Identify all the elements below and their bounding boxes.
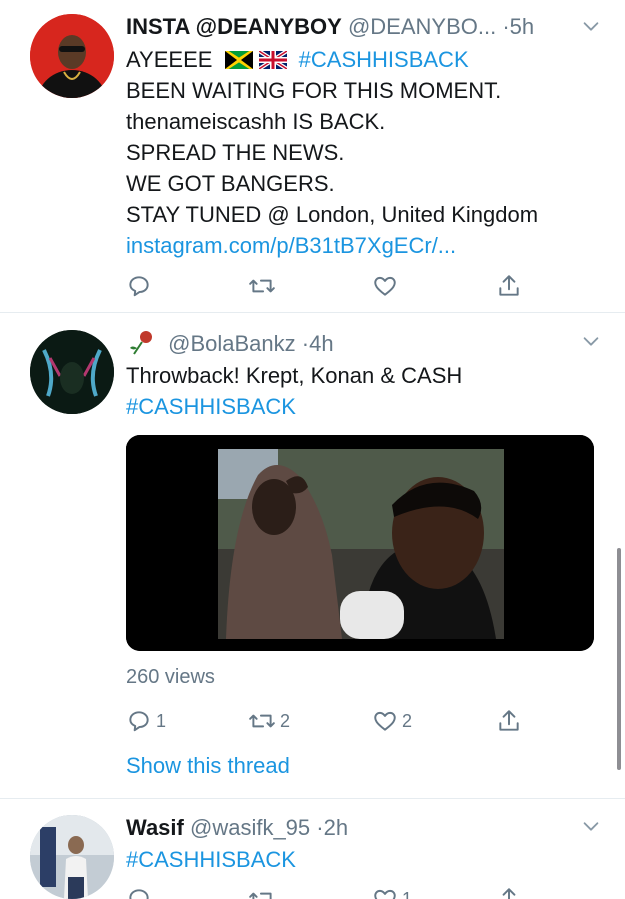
avatar-image <box>30 14 114 98</box>
scrollbar[interactable] <box>617 548 621 770</box>
video-player[interactable] <box>126 435 594 651</box>
external-link[interactable]: instagram.com/p/B31tB7XgECr/... <box>126 230 456 261</box>
display-name[interactable]: Wasif <box>126 815 184 840</box>
tweet-text-line: STAY TUNED @ London, United Kingdom <box>126 202 539 227</box>
reply-icon <box>129 711 149 732</box>
tweet-2[interactable]: @BolaBankz ·4h Throwback! Krept, Konan &… <box>0 313 625 798</box>
reply-icon <box>129 276 149 297</box>
tweet-header: INSTA @DEANYBOY @DEANYBO... ·5h <box>126 12 534 42</box>
heart-icon <box>374 889 396 899</box>
like-count: 1 <box>402 888 413 899</box>
retweet-icon <box>249 892 272 899</box>
separator-dot: · <box>502 14 510 39</box>
tweet-text-prefix: AYEEEE <box>126 47 213 72</box>
chevron-down-icon[interactable] <box>580 330 604 354</box>
share-icon <box>499 275 519 296</box>
uk-flag-icon <box>258 51 287 69</box>
user-handle[interactable]: @wasifk_95 <box>190 815 310 840</box>
avatar[interactable] <box>30 330 114 414</box>
show-thread-link[interactable]: Show this thread <box>126 751 290 781</box>
heart-icon <box>374 711 396 731</box>
tweet-header: @BolaBankz ·4h <box>126 328 334 358</box>
user-handle[interactable]: @BolaBankz <box>168 331 296 356</box>
reply-button[interactable] <box>126 269 152 303</box>
hashtag-link[interactable]: #CASHHISBACK <box>126 391 296 422</box>
tweet-text-line: BEEN WAITING FOR THIS MOMENT. <box>126 78 502 103</box>
heart-icon <box>374 276 396 296</box>
video-thumbnail <box>126 435 594 651</box>
share-button[interactable] <box>496 269 522 303</box>
chevron-down-icon[interactable] <box>580 15 604 39</box>
chevron-down-icon[interactable] <box>580 815 604 839</box>
retweet-icon <box>249 714 275 728</box>
reply-count: 1 <box>156 710 167 731</box>
like-button[interactable]: 1 <box>372 882 412 899</box>
tweet-text-line: thenameiscashh IS BACK. <box>126 109 386 134</box>
like-button[interactable]: 2 <box>372 704 412 738</box>
display-name[interactable]: INSTA @DEANYBOY <box>126 14 342 39</box>
tweet-actions: 1 <box>0 882 625 899</box>
jamaica-flag-icon <box>224 51 253 69</box>
tweet-text-line: SPREAD THE NEWS. <box>126 140 345 165</box>
reply-icon <box>129 889 149 899</box>
tweet-actions <box>0 269 625 303</box>
share-icon <box>502 888 516 899</box>
like-count: 2 <box>402 710 413 731</box>
retweet-button[interactable] <box>248 269 276 303</box>
share-button[interactable] <box>496 882 522 899</box>
hashtag-link[interactable]: #CASHHISBACK <box>299 47 469 72</box>
tweet-text-line: WE GOT BANGERS. <box>126 171 335 196</box>
tweet-actions: 1 2 2 <box>0 704 625 738</box>
timestamp[interactable]: 4h <box>309 331 333 356</box>
timestamp[interactable]: 2h <box>324 815 348 840</box>
tweet-header: Wasif @wasifk_95 ·2h <box>126 813 348 843</box>
share-icon <box>499 710 519 731</box>
retweet-button[interactable] <box>248 882 276 899</box>
user-handle[interactable]: @DEANYBO... <box>348 14 496 39</box>
tweet-1[interactable]: INSTA @DEANYBOY @DEANYBO... ·5h AYEEEE #… <box>0 0 625 312</box>
separator-dot: · <box>316 815 324 840</box>
separator-dot: · <box>301 331 310 356</box>
video-view-count: 260 views <box>126 666 215 688</box>
reply-button[interactable] <box>126 882 152 899</box>
retweet-icon <box>249 279 275 293</box>
tweet-text: Throwback! Krept, Konan & CASH <box>126 363 463 388</box>
tweet-3[interactable]: Wasif @wasifk_95 ·2h #CASHHISBACK 1 <box>0 799 625 899</box>
retweet-button[interactable]: 2 <box>248 704 290 738</box>
reply-button[interactable]: 1 <box>126 704 166 738</box>
rose-emoji-icon <box>130 331 152 355</box>
like-button[interactable] <box>372 269 398 303</box>
share-button[interactable] <box>496 704 522 738</box>
retweet-count: 2 <box>280 710 291 731</box>
avatar-image <box>30 330 114 414</box>
avatar[interactable] <box>30 14 114 98</box>
tweet-text-line: AYEEEE #CASHHISBACK <box>126 44 469 75</box>
timestamp[interactable]: 5h <box>510 14 534 39</box>
hashtag-link[interactable]: #CASHHISBACK <box>126 844 296 875</box>
